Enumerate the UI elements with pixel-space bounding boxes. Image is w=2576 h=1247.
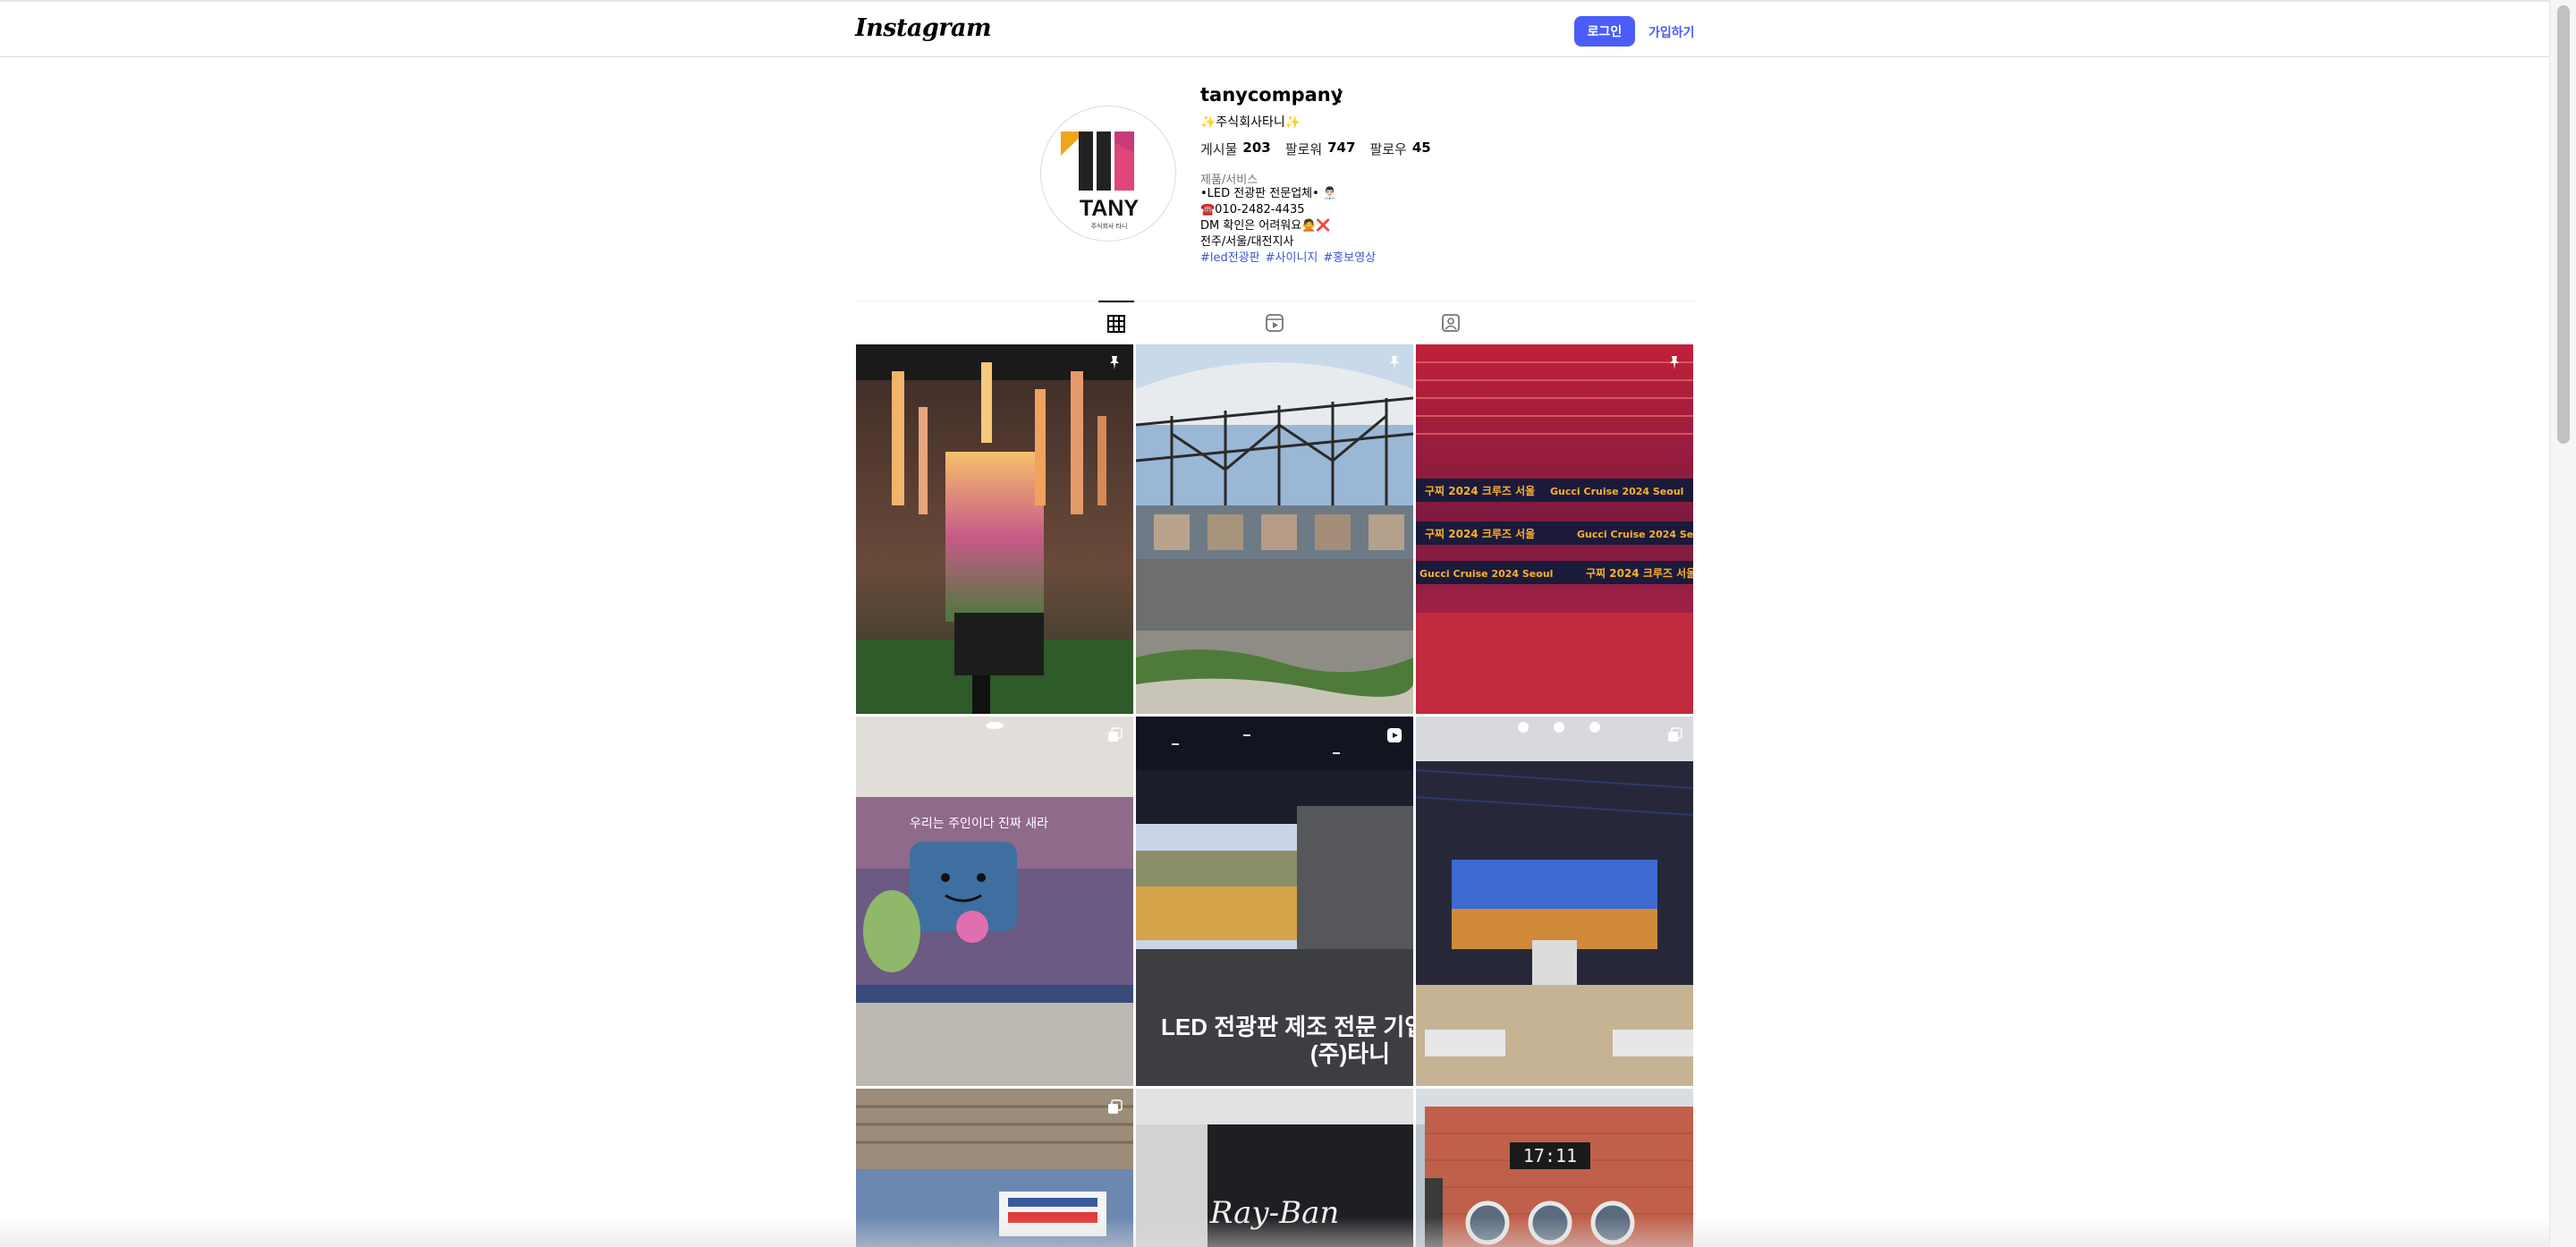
signup-link[interactable]: 가입하기 — [1648, 23, 1695, 41]
pin-icon — [1670, 356, 1679, 369]
post-image: 17:11 — [1416, 1089, 1693, 1247]
instagram-logo[interactable]: Instagram — [855, 14, 992, 42]
post-tile[interactable]: 구찌 2024 크루즈 서울 Gucci Cruise 2024 Seoul 구… — [1416, 344, 1693, 714]
carousel-icon — [1668, 727, 1682, 742]
post-tile[interactable] — [1416, 717, 1693, 1086]
reels-icon — [1266, 314, 1284, 332]
stat-posts: 게시물 203 — [1200, 140, 1271, 158]
bio-line: ☎️010-2482-4435 — [1200, 203, 1305, 216]
post-image: LED 전광판 제조 전문 기업 (주)타니 — [1136, 717, 1413, 1086]
post-tile[interactable]: 17:11 — [1416, 1089, 1693, 1247]
stat-posts-value: 203 — [1242, 140, 1271, 156]
tagged-icon — [1442, 314, 1460, 332]
stat-followers[interactable]: 팔로워 747 — [1285, 140, 1356, 158]
stat-followers-label: 팔로워 — [1284, 141, 1323, 157]
scrollbar-thumb[interactable] — [2557, 5, 2570, 444]
post-tile[interactable]: LED 전광판 제조 전문 기업 (주)타니 — [1136, 717, 1413, 1086]
led-sign-text: 구찌 2024 크루즈 서울 — [1425, 484, 1535, 497]
bio-line: •LED 전광판 전문업체• 👨🏻‍💼 — [1200, 187, 1338, 200]
stat-following-label: 팔로우 — [1369, 141, 1407, 157]
led-sign-text: Gucci Cruise 2024 Seoul — [1550, 486, 1683, 497]
stat-following-value: 45 — [1411, 140, 1431, 156]
stat-following[interactable]: 팔로우 45 — [1369, 140, 1430, 158]
avatar-logo-subtext: 주식회사 타니 — [1091, 222, 1128, 230]
hashtag-link[interactable]: #홍보영상 — [1323, 250, 1376, 267]
carousel-icon — [1108, 727, 1123, 742]
post-image: 우리는 주인이다 진짜 새라 — [856, 717, 1133, 1086]
led-sign-text: Gucci Cruise 2024 Seoul — [1577, 529, 1693, 540]
post-image — [856, 344, 1133, 714]
top-navigation-bar: Instagram 로그인 가입하기 — [0, 0, 2549, 57]
tab-reels[interactable] — [1257, 301, 1292, 345]
post-caption-text: LED 전광판 제조 전문 기업 — [1161, 1014, 1413, 1040]
profile-avatar[interactable]: TANY 주식회사 타니 — [1040, 106, 1176, 242]
post-caption-text: 우리는 주인이다 진짜 새라 — [910, 817, 1048, 831]
post-tile[interactable] — [1136, 344, 1413, 714]
carousel-icon — [1108, 1099, 1123, 1114]
post-image: 구찌 2024 크루즈 서울 Gucci Cruise 2024 Seoul 구… — [1416, 344, 1693, 714]
profile-bio: •LED 전광판 전문업체• 👨🏻‍💼 ☎️010-2482-4435 DM 확… — [1200, 186, 1376, 267]
pin-icon — [1390, 356, 1399, 369]
led-sign-text: 구찌 2024 크루즈 서울 — [1586, 566, 1693, 580]
stat-followers-value: 747 — [1327, 140, 1356, 156]
post-image: Ray-Ban — [1136, 1089, 1413, 1247]
reel-icon — [1387, 728, 1402, 742]
pin-icon — [1110, 356, 1119, 369]
post-tile[interactable]: 우리는 주인이다 진짜 새라 — [856, 717, 1133, 1086]
hashtag-link[interactable]: #led전광판 — [1200, 250, 1260, 267]
led-sign-text: Gucci Cruise 2024 Seoul — [1419, 568, 1553, 580]
tab-posts[interactable] — [1098, 301, 1134, 345]
more-options-icon[interactable] — [1333, 86, 1345, 106]
tany-logo-icon: TANY 주식회사 타니 — [1061, 131, 1140, 230]
grid-icon — [1107, 315, 1125, 333]
profile-stats: 게시물 203 팔로워 747 팔로우 45 — [1200, 140, 1431, 158]
login-button[interactable]: 로그인 — [1574, 16, 1635, 47]
post-image — [1136, 344, 1413, 714]
led-sign-text: 구찌 2024 크루즈 서울 — [1425, 527, 1535, 540]
post-caption-text: 17:11 — [1523, 1145, 1577, 1166]
bio-line: DM 확인은 어려워요🙅❌ — [1200, 219, 1331, 233]
post-caption-text: (주)타니 — [1310, 1040, 1390, 1067]
tab-tagged[interactable] — [1433, 301, 1469, 345]
profile-tabs — [855, 301, 1694, 345]
bio-line: 전주/서울/대전지사 — [1200, 235, 1294, 249]
bio-hashtags: #led전광판 #사이니지 #홍보영상 — [1200, 250, 1376, 267]
post-image — [856, 1089, 1133, 1247]
hashtag-link[interactable]: #사이니지 — [1266, 250, 1318, 267]
stat-posts-label: 게시물 — [1200, 141, 1238, 157]
post-image — [1416, 717, 1693, 1086]
post-tile[interactable]: Ray-Ban — [1136, 1089, 1413, 1247]
profile-category: 제품/서비스 — [1200, 174, 1258, 187]
post-tile[interactable] — [856, 344, 1133, 714]
profile-display-name: ✨주식회사타니✨ — [1200, 115, 1301, 130]
avatar-logo-text: TANY — [1080, 196, 1140, 221]
profile-username: tanycompany — [1200, 84, 1343, 106]
post-caption-text: Ray-Ban — [1209, 1195, 1340, 1231]
post-tile[interactable] — [856, 1089, 1133, 1247]
page-scrollbar[interactable] — [2549, 0, 2576, 1247]
